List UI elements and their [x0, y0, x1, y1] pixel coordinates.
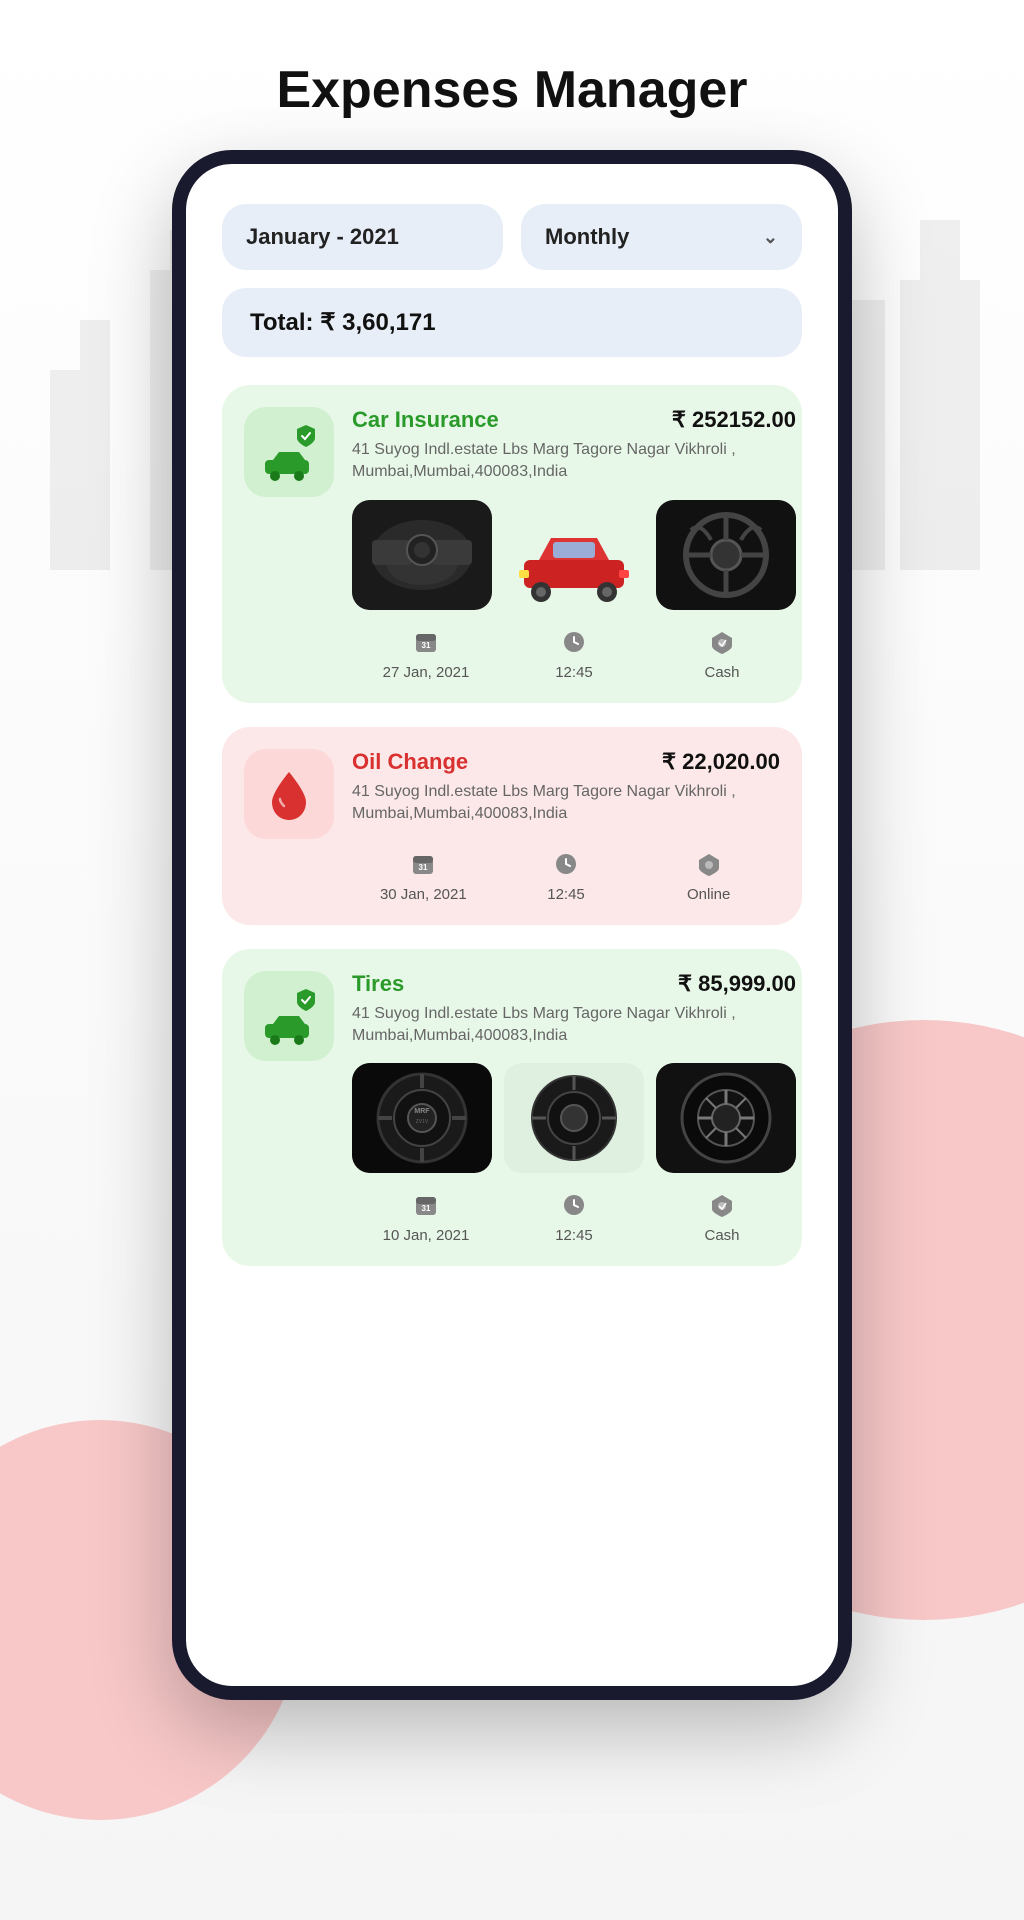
clock-icon-2	[554, 852, 578, 882]
oil-change-title: Oil Change	[352, 749, 468, 775]
period-filter-button[interactable]: Monthly ⌄	[521, 204, 802, 270]
car-insurance-body: Car Insurance ₹ 252152.00 41 Suyog Indl.…	[352, 407, 796, 681]
tires-images: MRF ZV1V	[352, 1063, 796, 1173]
period-filter-label: Monthly	[545, 224, 629, 250]
oil-change-date-meta: 31 30 Jan, 2021	[352, 852, 495, 903]
tires-date: 10 Jan, 2021	[383, 1227, 470, 1244]
oil-change-meta: 31 30 Jan, 2021 12:45 Online	[352, 852, 780, 903]
tire-image-2	[504, 1063, 644, 1173]
svg-text:31: 31	[419, 863, 428, 872]
calendar-icon-3: 31	[414, 1193, 438, 1223]
date-filter-label: January - 2021	[246, 224, 399, 250]
expense-card-tires: Tires ₹ 85,999.00 41 Suyog Indl.estate L…	[222, 949, 802, 1267]
oil-change-body: Oil Change ₹ 22,020.00 41 Suyog Indl.est…	[352, 749, 780, 903]
tires-date-meta: 31 10 Jan, 2021	[352, 1193, 500, 1244]
tires-payment: Cash	[704, 1227, 739, 1244]
clock-icon	[562, 630, 586, 660]
tires-payment-meta: Cash	[648, 1193, 796, 1244]
total-label: Total: ₹ 3,60,171	[250, 309, 436, 336]
car-insurance-date: 27 Jan, 2021	[383, 664, 470, 681]
page-title: Expenses Manager	[276, 60, 747, 120]
tires-address: 41 Suyog Indl.estate Lbs Marg Tagore Nag…	[352, 1003, 796, 1048]
calendar-icon: 31	[414, 630, 438, 660]
oil-change-header: Oil Change ₹ 22,020.00	[352, 749, 780, 775]
tires-meta: 31 10 Jan, 2021 12:45 Cash	[352, 1193, 796, 1244]
chevron-down-icon: ⌄	[763, 227, 778, 248]
car-insurance-meta: 31 27 Jan, 2021 12:45 Cash	[352, 630, 796, 681]
car-image-2	[504, 500, 644, 610]
filter-row: January - 2021 Monthly ⌄	[222, 204, 802, 270]
car-insurance-title: Car Insurance	[352, 407, 499, 433]
oil-change-icon-wrap	[244, 749, 334, 839]
tire-image-3	[656, 1063, 796, 1173]
oil-change-amount: ₹ 22,020.00	[662, 749, 780, 775]
expense-card-car-insurance: Car Insurance ₹ 252152.00 41 Suyog Indl.…	[222, 385, 802, 703]
car-insurance-time-meta: 12:45	[500, 630, 648, 681]
date-filter-button[interactable]: January - 2021	[222, 204, 503, 270]
tires-amount: ₹ 85,999.00	[678, 971, 796, 997]
car-image-3	[656, 500, 796, 610]
tire-image-1: MRF ZV1V	[352, 1063, 492, 1173]
oil-change-time: 12:45	[547, 886, 585, 903]
oil-change-time-meta: 12:45	[495, 852, 638, 903]
total-amount-bar: Total: ₹ 3,60,171	[222, 288, 802, 357]
oil-change-date: 30 Jan, 2021	[380, 886, 467, 903]
car-image-1	[352, 500, 492, 610]
payment-icon-2	[695, 852, 723, 882]
car-insurance-date-meta: 31 27 Jan, 2021	[352, 630, 500, 681]
tires-time: 12:45	[555, 1227, 593, 1244]
oil-drop-icon	[264, 764, 314, 824]
car-insurance-payment-meta: Cash	[648, 630, 796, 681]
tires-time-meta: 12:45	[500, 1193, 648, 1244]
car-shield-icon	[259, 422, 319, 482]
tires-body: Tires ₹ 85,999.00 41 Suyog Indl.estate L…	[352, 971, 796, 1245]
calendar-icon-2: 31	[411, 852, 435, 882]
car-insurance-amount: ₹ 252152.00	[672, 407, 796, 433]
svg-text:31: 31	[422, 1204, 431, 1213]
car-insurance-payment: Cash	[704, 664, 739, 681]
tires-header: Tires ₹ 85,999.00	[352, 971, 796, 997]
car-insurance-header: Car Insurance ₹ 252152.00	[352, 407, 796, 433]
car-insurance-images	[352, 500, 796, 610]
oil-change-payment: Online	[687, 886, 730, 903]
car-insurance-time: 12:45	[555, 664, 593, 681]
svg-text:31: 31	[422, 641, 431, 650]
tires-title: Tires	[352, 971, 404, 997]
payment-icon	[708, 630, 736, 660]
payment-icon-3	[708, 1193, 736, 1223]
clock-icon-3	[562, 1193, 586, 1223]
phone-frame: January - 2021 Monthly ⌄ Total: ₹ 3,60,1…	[172, 150, 852, 1700]
oil-change-payment-meta: Online	[637, 852, 780, 903]
tires-car-shield-icon	[259, 986, 319, 1046]
car-insurance-address: 41 Suyog Indl.estate Lbs Marg Tagore Nag…	[352, 439, 796, 484]
svg-text:ZV1V: ZV1V	[416, 1119, 429, 1125]
tires-icon-wrap	[244, 971, 334, 1061]
svg-text:MRF: MRF	[414, 1108, 430, 1115]
expense-card-oil-change: Oil Change ₹ 22,020.00 41 Suyog Indl.est…	[222, 727, 802, 925]
car-insurance-icon-wrap	[244, 407, 334, 497]
oil-change-address: 41 Suyog Indl.estate Lbs Marg Tagore Nag…	[352, 781, 780, 826]
